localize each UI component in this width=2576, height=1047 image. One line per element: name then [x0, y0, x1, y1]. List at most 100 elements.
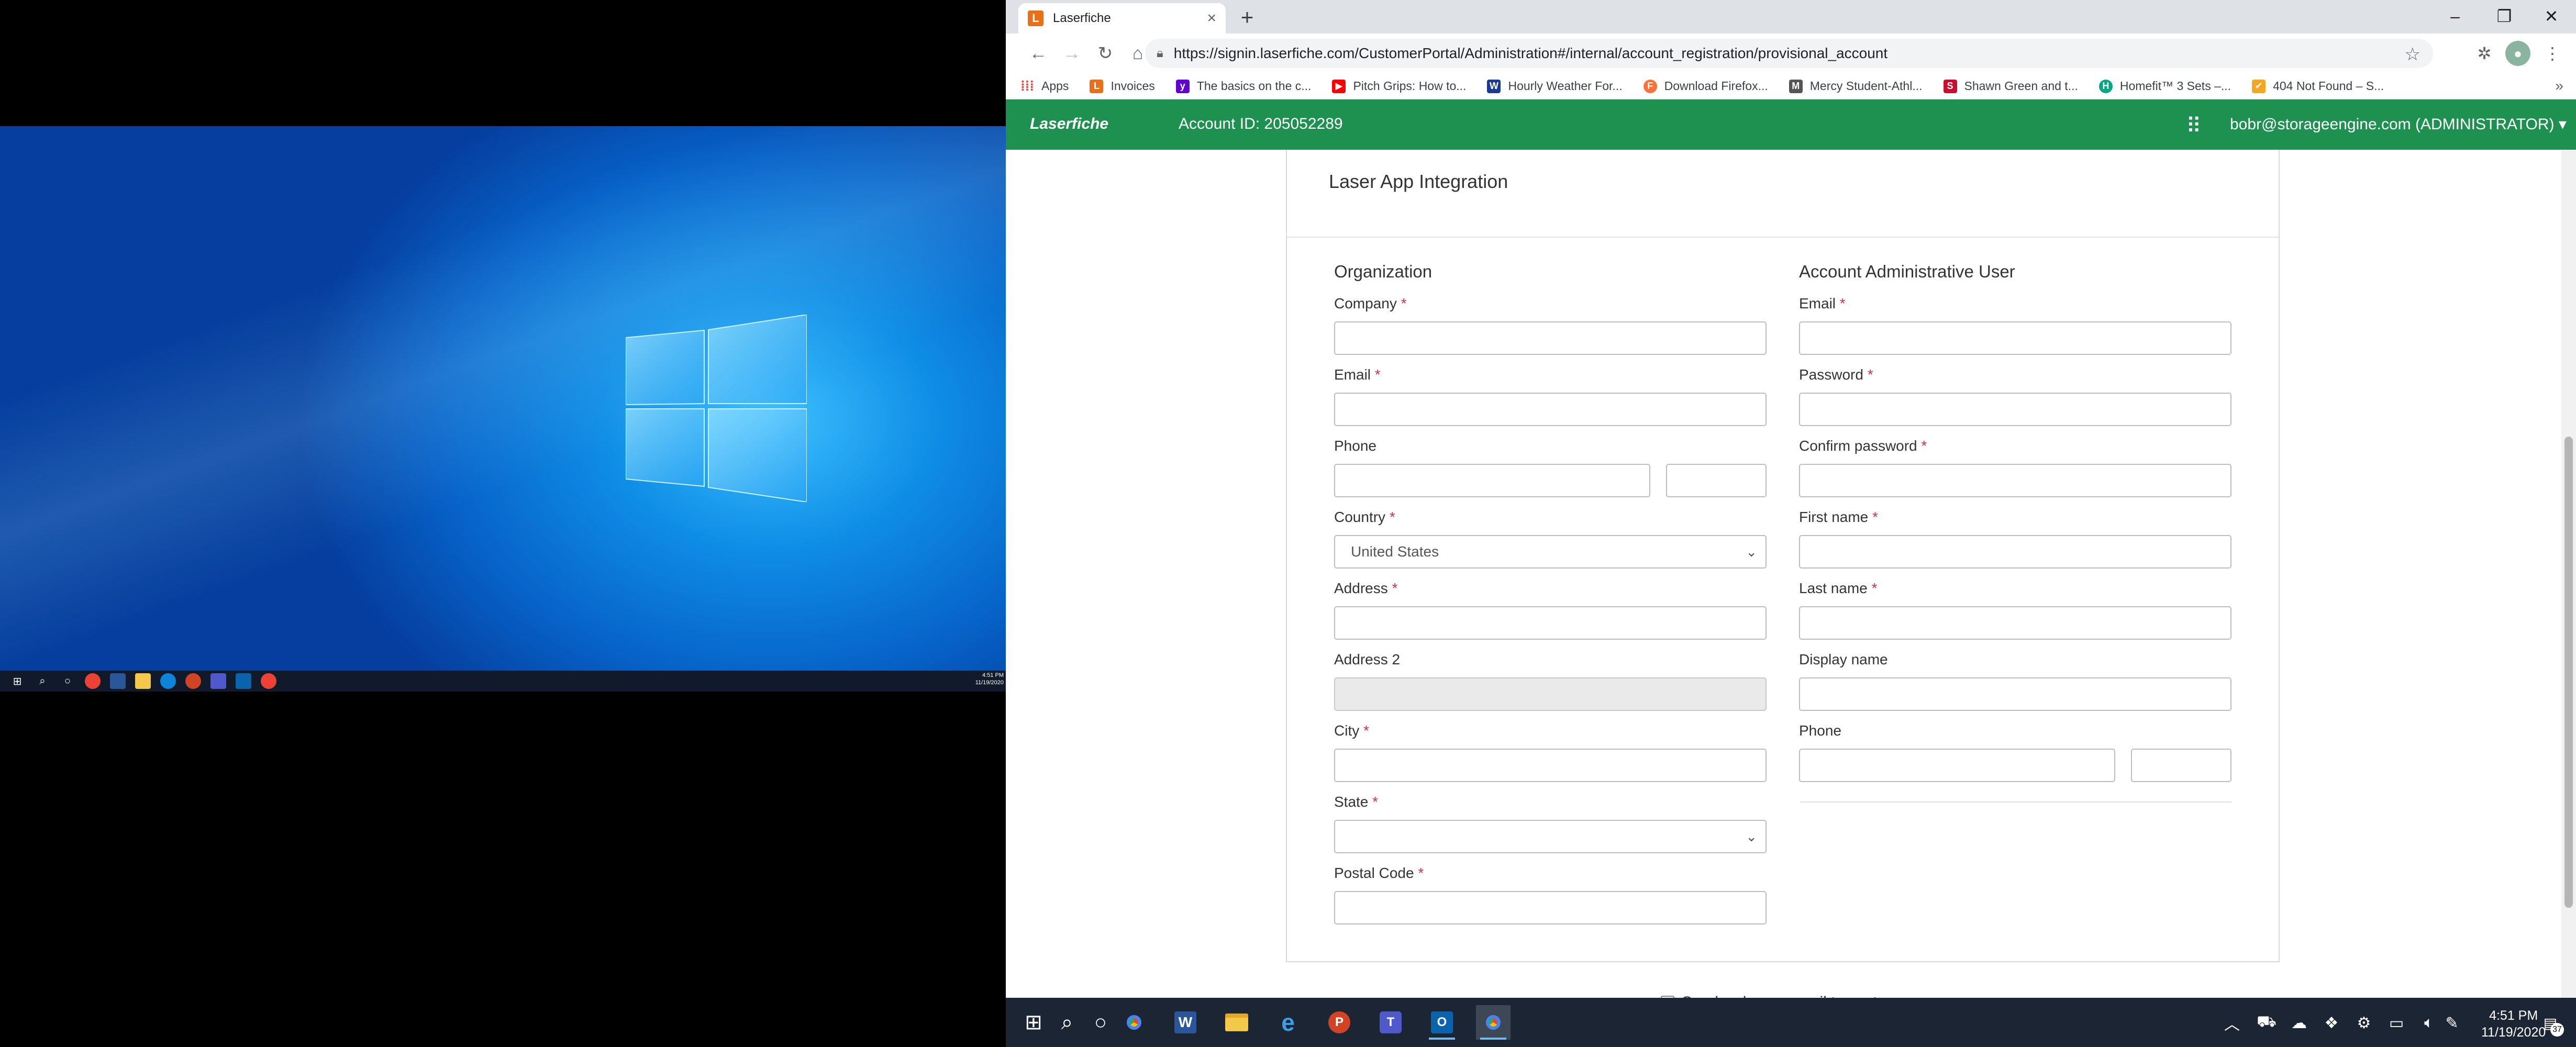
edge-icon[interactable] [160, 673, 176, 689]
running-indicator [1429, 1038, 1455, 1040]
pen-ink-icon[interactable]: ✎ [2440, 1011, 2463, 1034]
last-name-input[interactable] [1799, 606, 2231, 640]
outlook-icon[interactable] [236, 673, 251, 689]
address-bar[interactable]: 🔒︎ https://signin.laserfiche.com/Custome… [1145, 39, 2433, 68]
bookmark-item[interactable]: ▶ Pitch Grips: How to... [1332, 79, 1466, 93]
bookmark-item[interactable]: H Homefit™ 3 Sets –... [2098, 79, 2231, 93]
outlook-icon[interactable]: O [1425, 1005, 1459, 1040]
company-label: Company * [1334, 295, 1407, 312]
bookmark-star-icon[interactable]: ☆ [2405, 44, 2420, 65]
extensions-puzzle-icon[interactable]: ✲ [2472, 41, 2497, 66]
welcome-email-option[interactable]: Send welcome email to customer [1661, 994, 1913, 998]
postal-code-input[interactable] [1334, 891, 1767, 925]
registration-card: Laser App Integration Organization Compa… [1286, 150, 2280, 962]
bookmark-item[interactable]: ✔ 404 Not Found – S... [2252, 79, 2384, 93]
word-icon[interactable]: W [1168, 1005, 1203, 1040]
laserfiche-logo[interactable]: Laserfiche [1030, 115, 1108, 133]
app-launcher-grid-icon[interactable]: ⠿ [2186, 114, 2201, 138]
password-input[interactable] [1799, 393, 2231, 426]
file-explorer-icon[interactable] [135, 673, 151, 689]
action-center-icon[interactable]: ▤ 37 [2538, 1011, 2564, 1037]
mercy-icon: M [1789, 79, 1803, 93]
wallpaper-light-beam [0, 126, 1006, 671]
chrome-active-icon[interactable] [261, 673, 276, 689]
address2-input[interactable] [1334, 677, 1767, 711]
powerpoint-icon[interactable] [185, 673, 201, 689]
tab-title: Laserfiche [1053, 11, 1111, 25]
restore-icon[interactable]: ❐ [2483, 3, 2525, 29]
teams-icon[interactable]: T [1373, 1005, 1408, 1040]
yahoo-icon: y [1175, 79, 1190, 93]
new-tab-button[interactable]: + [1234, 4, 1260, 30]
company-input[interactable] [1334, 321, 1767, 355]
edge-icon[interactable]: e [1271, 1005, 1305, 1040]
admin-email-input[interactable] [1799, 321, 2231, 355]
chrome-icon[interactable] [85, 673, 101, 689]
dropbox-icon[interactable]: ❖ [2320, 1011, 2343, 1034]
bookmark-item[interactable]: M Mercy Student-Athl... [1789, 79, 1923, 93]
laserfiche-header: Laserfiche Account ID: 205052289 ⠿ bobr@… [1006, 99, 2576, 150]
lock-icon: 🔒︎ [1157, 46, 1163, 60]
page-scrollbar[interactable] [2561, 150, 2576, 998]
cortana-icon[interactable]: ○ [1083, 1005, 1118, 1040]
display-name-input[interactable] [1799, 677, 2231, 711]
chrome-active-icon[interactable] [1476, 1005, 1511, 1040]
search-icon[interactable]: ⌕ [35, 673, 50, 689]
bookmark-item[interactable]: W Hourly Weather For... [1487, 79, 1623, 93]
show-hidden-icons-chevron-icon[interactable]: ︿ [2220, 1011, 2244, 1034]
confirm-password-input[interactable] [1799, 464, 2231, 497]
close-window-icon[interactable]: ✕ [2530, 3, 2572, 29]
bookmark-item[interactable]: y The basics on the c... [1175, 79, 1311, 93]
powerpoint-icon[interactable]: P [1322, 1005, 1357, 1040]
profile-avatar-icon[interactable]: ● [2505, 41, 2530, 66]
tab-laserfiche[interactable]: L Laserfiche × [1018, 3, 1226, 34]
org-phone-ext-input[interactable] [1666, 464, 1767, 497]
city-input[interactable] [1334, 749, 1767, 782]
org-email-input[interactable] [1334, 393, 1767, 426]
org-phone-input[interactable] [1334, 464, 1650, 497]
start-button-icon[interactable]: ⊞ [1016, 1005, 1051, 1040]
teams-icon[interactable] [210, 673, 226, 689]
start-icon[interactable]: ⊞ [9, 673, 25, 689]
bookmark-item[interactable]: L Invoices [1090, 79, 1155, 93]
minimize-icon[interactable]: – [2434, 3, 2476, 29]
word-icon[interactable] [110, 673, 126, 689]
admin-phone-input[interactable] [1799, 749, 2115, 782]
bookmark-item[interactable]: F Download Firefox... [1643, 79, 1768, 93]
bookmark-item[interactable]: ⁞⁞⁞ Apps [1020, 78, 1069, 94]
chrome-icon[interactable] [1117, 1005, 1151, 1040]
bookmarks-bar: ⁞⁞⁞ Apps L Invoices y The basics on the … [1006, 73, 2576, 99]
volume-icon[interactable]: 🔈︎ [2417, 1011, 2440, 1034]
taskbar-clock[interactable]: 4:51 PM 11/19/2020 [2481, 1007, 2546, 1041]
admin-section-divider [1800, 801, 2231, 803]
tab-close-icon[interactable]: × [1207, 9, 1216, 27]
browser-menu-icon[interactable]: ⋮ [2540, 41, 2565, 66]
address-input[interactable] [1334, 606, 1767, 640]
reload-icon[interactable]: ↻ [1092, 40, 1119, 67]
confirm-password-label: Confirm password * [1799, 438, 1927, 454]
bookmark-item[interactable]: S Shawn Green and t... [1943, 79, 2078, 93]
file-explorer-icon[interactable] [1219, 1005, 1254, 1040]
required-mark: * [1372, 794, 1379, 810]
cortana-icon[interactable]: ○ [60, 673, 75, 689]
bookmarks-overflow-icon[interactable]: » [2555, 77, 2563, 94]
scrollbar-thumb[interactable] [2564, 437, 2573, 908]
tray-app-icon[interactable]: ⛟ [2255, 1011, 2278, 1034]
onedrive-cloud-icon[interactable]: ☁ [2288, 1011, 2311, 1034]
state-select[interactable]: ⌄ [1334, 820, 1767, 853]
card-divider [1287, 237, 2279, 238]
required-mark: * [1418, 865, 1424, 881]
battery-icon[interactable]: ▭ [2385, 1011, 2408, 1034]
back-arrow-icon[interactable]: ← [1025, 40, 1052, 67]
forward-arrow-icon[interactable]: → [1058, 40, 1085, 67]
settings-gear-icon[interactable]: ⚙ [2352, 1011, 2375, 1034]
bookmark-label: 404 Not Found – S... [2273, 79, 2384, 93]
search-icon[interactable]: ⌕ [1050, 1005, 1084, 1040]
first-name-input[interactable] [1799, 535, 2231, 569]
homefit-icon: H [2098, 79, 2113, 93]
address-label-text: Address [1334, 580, 1388, 596]
country-select[interactable]: United States ⌄ [1334, 535, 1767, 569]
user-menu-dropdown[interactable]: bobr@storageengine.com (ADMINISTRATOR) ▾ [2230, 115, 2567, 133]
admin-phone-ext-input[interactable] [2131, 749, 2231, 782]
required-mark: * [1374, 366, 1381, 383]
